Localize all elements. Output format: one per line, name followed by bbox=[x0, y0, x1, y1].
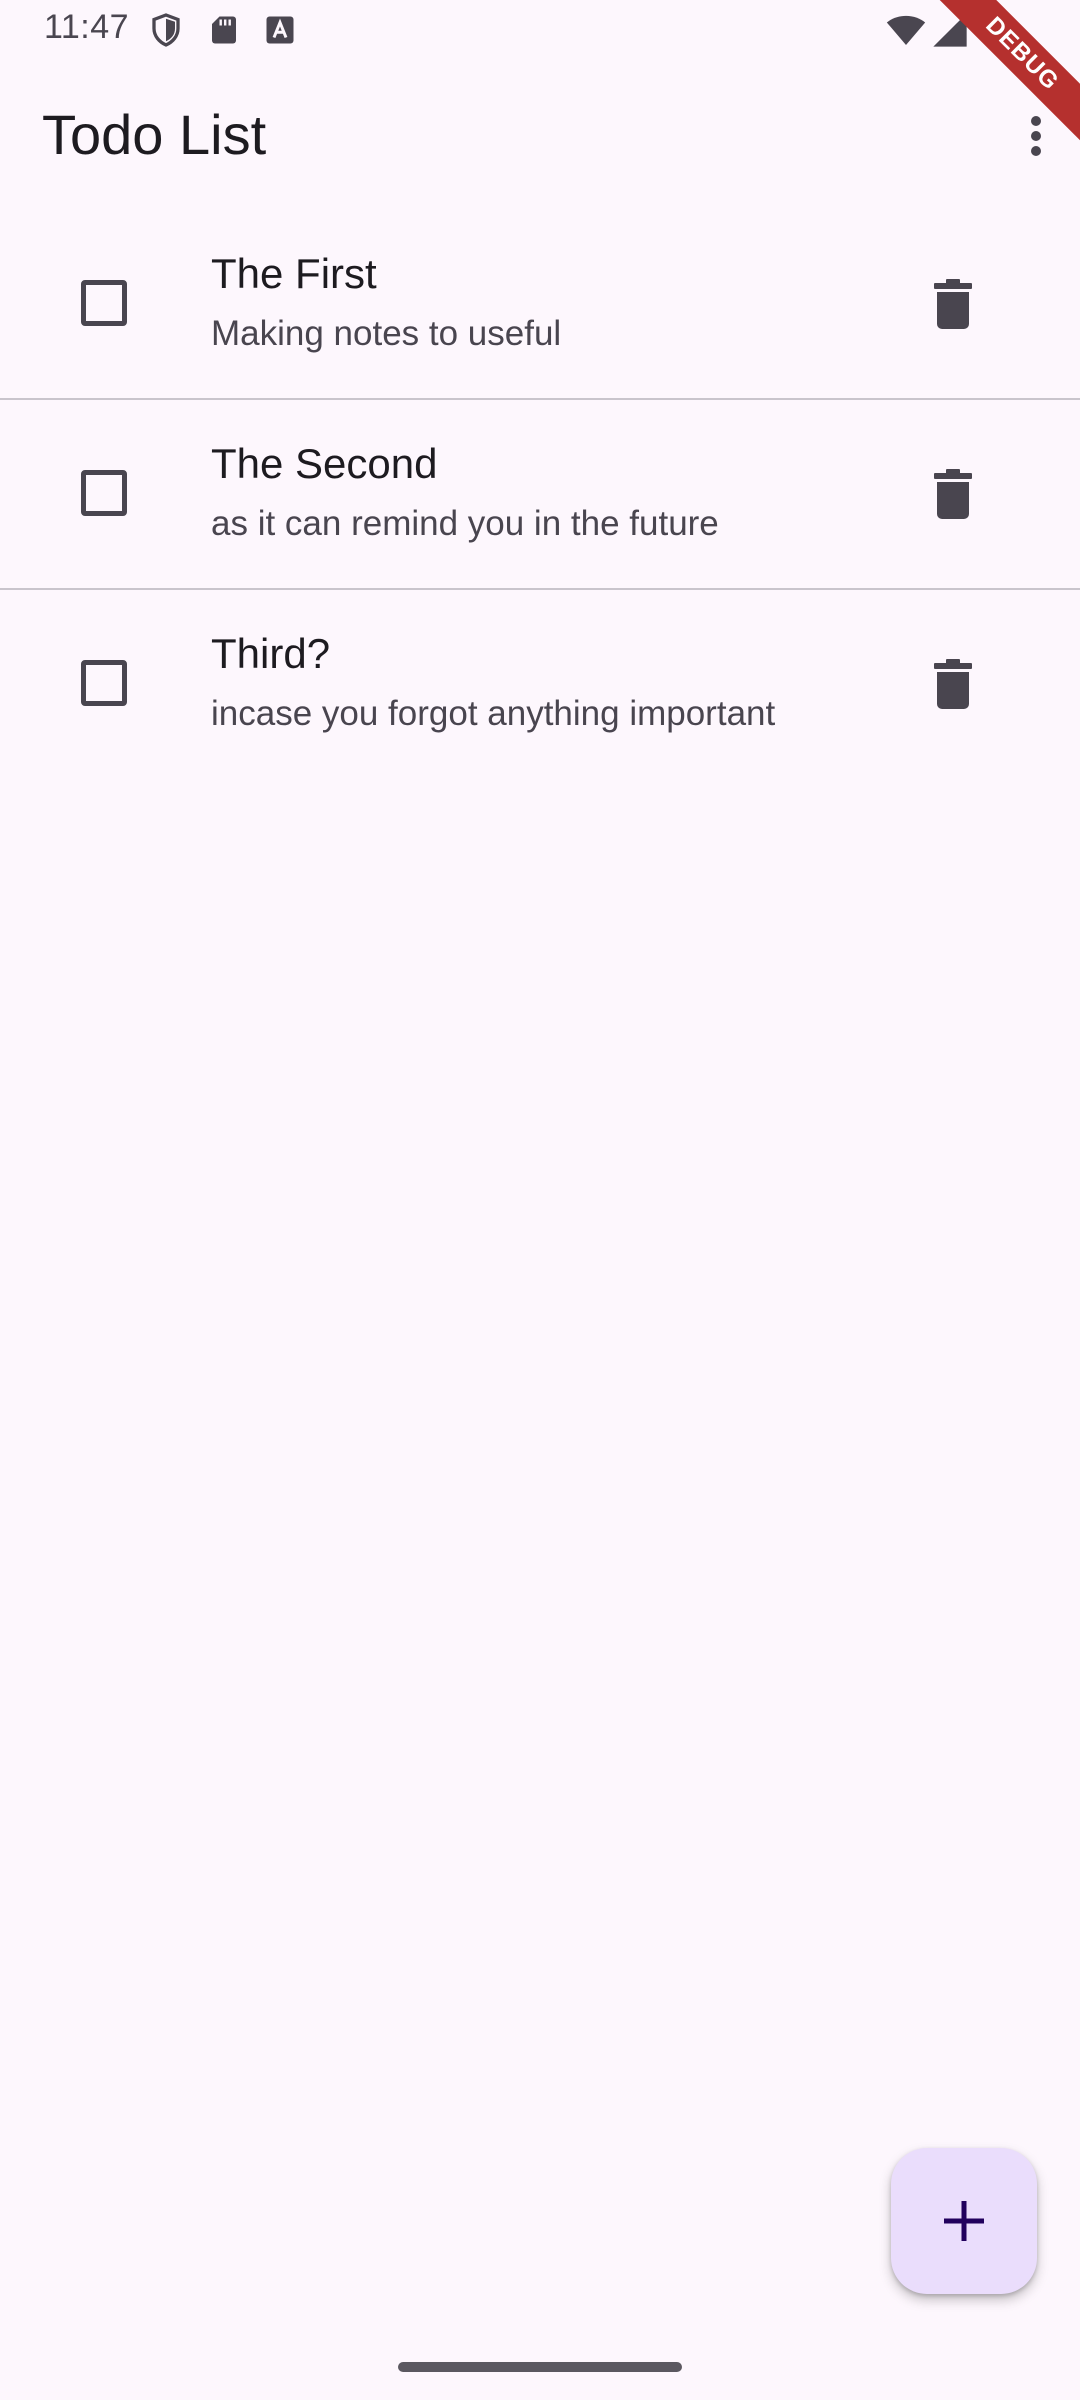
page-title: Todo List bbox=[42, 103, 267, 166]
todo-subtitle: Making notes to useful bbox=[211, 314, 562, 353]
todo-checkbox[interactable] bbox=[81, 470, 127, 516]
todo-checkbox[interactable] bbox=[81, 660, 127, 706]
status-bar: 11:47 bbox=[0, 0, 1080, 60]
font-a-icon bbox=[266, 16, 294, 44]
plus-icon bbox=[944, 2201, 984, 2241]
todo-title: The First bbox=[211, 250, 377, 297]
more-options-button[interactable] bbox=[1006, 96, 1066, 176]
todo-subtitle: incase you forgot anything important bbox=[211, 694, 776, 733]
delete-button[interactable] bbox=[918, 652, 988, 716]
sd-card-icon bbox=[212, 16, 236, 44]
delete-button[interactable] bbox=[918, 272, 988, 336]
wifi-icon bbox=[886, 15, 926, 45]
add-todo-button[interactable] bbox=[891, 2148, 1037, 2294]
todo-item: The First Making notes to useful bbox=[0, 210, 1080, 400]
more-vert-icon bbox=[1031, 116, 1041, 156]
todo-list: The First Making notes to useful The Sec… bbox=[0, 210, 1080, 780]
home-indicator[interactable] bbox=[398, 2362, 682, 2372]
trash-icon bbox=[934, 279, 972, 329]
shield-icon bbox=[152, 13, 180, 47]
trash-icon bbox=[934, 659, 972, 709]
app-bar: Todo List bbox=[0, 60, 1080, 210]
todo-subtitle: as it can remind you in the future bbox=[211, 504, 719, 543]
todo-checkbox[interactable] bbox=[81, 280, 127, 326]
todo-title: Third? bbox=[211, 630, 331, 677]
todo-item: The Second as it can remind you in the f… bbox=[0, 400, 1080, 590]
trash-icon bbox=[934, 469, 972, 519]
todo-title: The Second bbox=[211, 440, 438, 487]
status-time: 11:47 bbox=[44, 8, 130, 46]
todo-item: Third? incase you forgot anything import… bbox=[0, 590, 1080, 780]
delete-button[interactable] bbox=[918, 462, 988, 526]
